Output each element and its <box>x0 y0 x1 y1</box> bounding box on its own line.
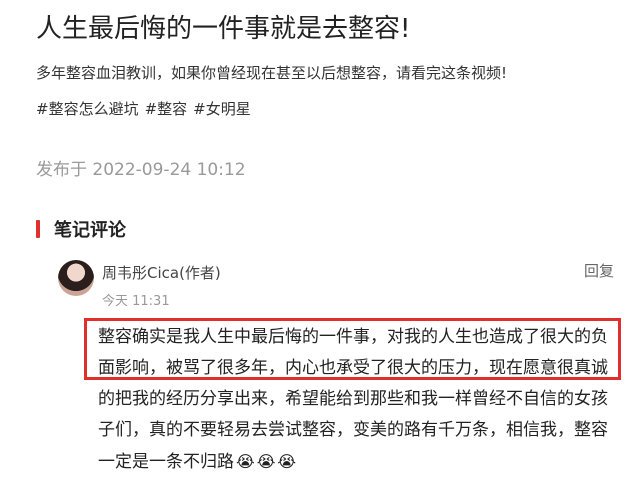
section-title: 笔记评论 <box>54 220 126 241</box>
crying-emoji-icon: 😭 <box>236 452 255 471</box>
comment-time: 今天 11:31 <box>102 294 170 309</box>
avatar[interactable] <box>58 260 94 296</box>
post-title: 人生最后悔的一件事就是去整容! <box>36 14 411 44</box>
section-accent-bar <box>36 220 40 238</box>
comment-body: 整容确实是我人生中最后悔的一件事，对我的人生也造成了很大的负面影响，被骂了很多年… <box>98 327 608 472</box>
tag-link[interactable]: #女明星 <box>193 98 251 119</box>
crying-emoji-icon: 😭 <box>277 452 297 471</box>
reply-button[interactable]: 回复 <box>584 260 614 281</box>
comment-text: 整容确实是我人生中最后悔的一件事，对我的人生也造成了很大的负面影响，被骂了很多年… <box>98 322 618 478</box>
comment-author[interactable]: 周韦彤Cica(作者) <box>102 262 221 283</box>
tag-link[interactable]: #整容 <box>145 98 188 119</box>
comments-header: 笔记评论 <box>36 216 126 242</box>
tag-list: #整容怎么避坑 #整容 #女明星 <box>36 98 251 119</box>
tag-link[interactable]: #整容怎么避坑 <box>36 98 139 119</box>
crying-emoji-icon: 😭 <box>256 452 276 471</box>
post-description: 多年整容血泪教训，如果你曾经现在甚至以后想整容，请看完这条视频! <box>36 64 508 82</box>
publish-date: 发布于 2022-09-24 10:12 <box>36 160 246 180</box>
